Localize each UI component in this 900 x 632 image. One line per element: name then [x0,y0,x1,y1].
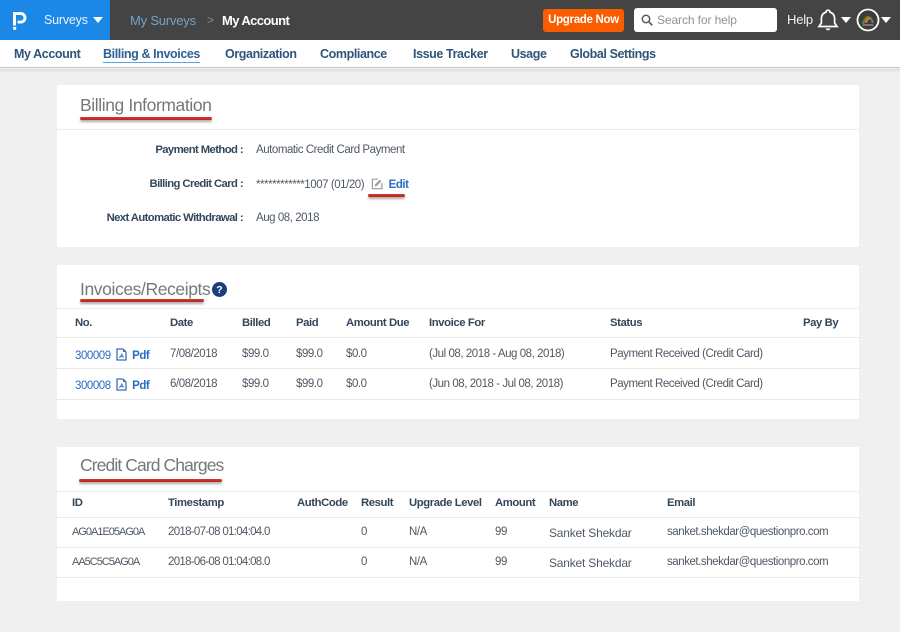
svg-text:?: ? [216,284,222,296]
